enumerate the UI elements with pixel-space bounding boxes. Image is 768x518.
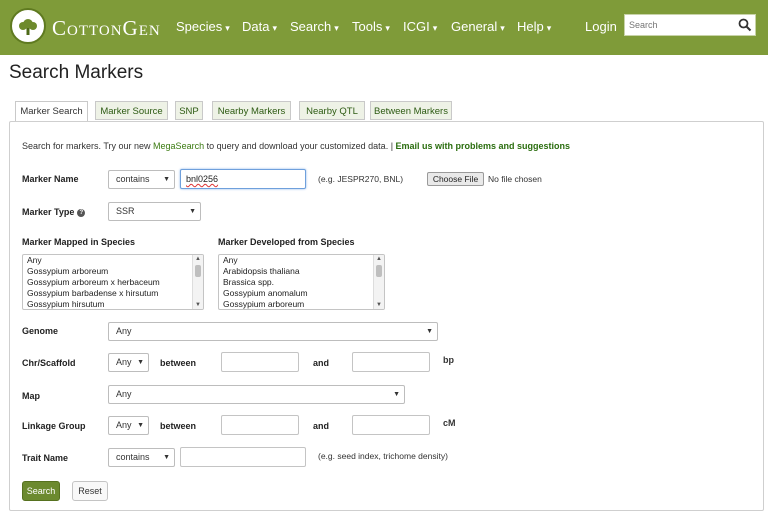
site-search-box — [624, 14, 756, 36]
nav-icgi[interactable]: ICGI ▾ — [403, 19, 437, 34]
scroll-down-icon[interactable]: ▼ — [195, 302, 201, 308]
email-us-link[interactable]: Email us with problems and suggestions — [396, 141, 571, 151]
genome-select[interactable]: Any ▼ — [108, 322, 438, 341]
chr-scaffold-label: Chr/Scaffold — [22, 358, 76, 368]
list-option[interactable]: Any — [23, 255, 203, 266]
select-arrow-icon: ▼ — [137, 359, 144, 366]
list-option[interactable]: Gossypium hirsutum — [23, 299, 203, 309]
page-title: Search Markers — [9, 62, 144, 83]
tab-marker-source[interactable]: Marker Source — [95, 101, 168, 120]
select-arrow-icon: ▼ — [163, 454, 170, 461]
list-option[interactable]: Gossypium anomalum — [219, 288, 384, 299]
list-option[interactable]: Brassica spp. — [219, 277, 384, 288]
chevron-down-icon: ▾ — [432, 23, 438, 33]
chevron-down-icon: ▾ — [385, 23, 390, 33]
chevron-down-icon: ▾ — [546, 23, 552, 33]
chevron-down-icon: ▾ — [225, 23, 230, 33]
mapped-species-label: Marker Mapped in Species — [22, 237, 136, 247]
trait-name-label: Trait Name — [22, 453, 69, 463]
map-select[interactable]: Any ▼ — [108, 385, 405, 404]
map-label: Map — [22, 391, 40, 401]
linkage-start-input[interactable] — [221, 415, 299, 435]
between-label: between — [160, 358, 197, 368]
reset-button[interactable]: Reset — [72, 481, 108, 501]
marker-name-label: Marker Name — [22, 174, 79, 184]
select-arrow-icon: ▼ — [137, 422, 144, 429]
marker-name-input[interactable]: bnl0256 — [180, 169, 306, 189]
chevron-down-icon: ▾ — [272, 23, 277, 33]
cottongen-logo-icon[interactable] — [10, 8, 46, 44]
linkage-end-input[interactable] — [352, 415, 430, 435]
linkage-group-label: Linkage Group — [22, 421, 86, 431]
list-option[interactable]: Gossypium barbadense x hirsutum — [23, 288, 203, 299]
and-label: and — [313, 358, 330, 368]
linkage-group-select[interactable]: Any ▼ — [108, 416, 149, 435]
choose-file-button[interactable]: Choose File — [427, 172, 484, 186]
file-status: No file chosen — [488, 174, 542, 184]
chr-end-input[interactable] — [352, 352, 430, 372]
intro-text: Search for markers. Try our new MegaSear… — [22, 141, 571, 151]
developed-species-listbox[interactable]: Any Arabidopsis thaliana Brassica spp. G… — [218, 254, 385, 310]
scrollbar-thumb[interactable] — [376, 265, 382, 277]
tab-nearby-markers[interactable]: Nearby Markers — [212, 101, 291, 120]
nav-species[interactable]: Species ▾ — [176, 19, 230, 34]
scroll-up-icon[interactable]: ▲ — [195, 256, 201, 262]
mapped-species-listbox[interactable]: Any Gossypium arboreum Gossypium arboreu… — [22, 254, 204, 310]
list-option[interactable]: Arabidopsis thaliana — [219, 266, 384, 277]
site-search-input[interactable] — [625, 15, 743, 35]
select-arrow-icon: ▼ — [163, 176, 170, 183]
tab-between-markers[interactable]: Between Markers — [370, 101, 452, 120]
select-arrow-icon: ▼ — [393, 391, 400, 398]
marker-type-label: Marker Type? — [22, 207, 86, 217]
genome-label: Genome — [22, 326, 59, 336]
cm-unit: cM — [443, 418, 456, 428]
list-option[interactable]: Gossypium arboreum x herbaceum — [23, 277, 203, 288]
brand-name[interactable]: CottonGen — [52, 16, 161, 41]
listbox-scrollbar[interactable]: ▲ ▼ — [192, 255, 203, 309]
scroll-up-icon[interactable]: ▲ — [376, 256, 382, 262]
marker-name-operator-select[interactable]: contains ▼ — [108, 170, 175, 189]
nav-data[interactable]: Data ▾ — [242, 19, 277, 34]
select-arrow-icon: ▼ — [189, 208, 196, 215]
top-navigation-bar: CottonGen Species ▾ Data ▾ Search ▾ Tools ▾ … — [0, 0, 768, 55]
scrollbar-thumb[interactable] — [195, 265, 201, 277]
search-button[interactable]: Search — [22, 481, 60, 501]
listbox-scrollbar[interactable]: ▲ ▼ — [373, 255, 384, 309]
tab-snp[interactable]: SNP — [175, 101, 203, 120]
chr-scaffold-select[interactable]: Any ▼ — [108, 353, 149, 372]
nav-general[interactable]: General ▾ — [451, 19, 505, 34]
megasearch-link[interactable]: MegaSearch — [153, 141, 204, 151]
trait-name-hint: (e.g. seed index, trichome density) — [318, 451, 448, 461]
login-link[interactable]: Login — [585, 19, 617, 34]
tab-marker-search[interactable]: Marker Search — [15, 101, 88, 122]
bp-unit: bp — [443, 355, 454, 365]
developed-species-label: Marker Developed from Species — [218, 237, 355, 247]
chr-start-input[interactable] — [221, 352, 299, 372]
search-icon[interactable] — [737, 17, 753, 33]
marker-type-select[interactable]: SSR ▼ — [108, 202, 201, 221]
trait-name-operator-select[interactable]: contains ▼ — [108, 448, 175, 467]
and-label: and — [313, 421, 330, 431]
nav-search[interactable]: Search ▾ — [290, 19, 339, 34]
list-option[interactable]: Gossypium arboreum — [219, 299, 384, 309]
marker-name-hint: (e.g. JESPR270, BNL) — [318, 174, 404, 184]
chevron-down-icon: ▾ — [334, 23, 339, 33]
list-option[interactable]: Gossypium arboreum — [23, 266, 203, 277]
list-option[interactable]: Any — [219, 255, 384, 266]
tab-nearby-qtl[interactable]: Nearby QTL — [299, 101, 365, 120]
trait-name-input[interactable] — [180, 447, 306, 467]
help-icon[interactable]: ? — [77, 208, 86, 217]
nav-tools[interactable]: Tools ▾ — [352, 19, 390, 34]
chevron-down-icon: ▾ — [500, 23, 505, 33]
nav-help[interactable]: Help ▾ — [517, 19, 551, 34]
select-arrow-icon: ▼ — [426, 328, 433, 335]
scroll-down-icon[interactable]: ▼ — [376, 302, 382, 308]
between-label: between — [160, 421, 197, 431]
